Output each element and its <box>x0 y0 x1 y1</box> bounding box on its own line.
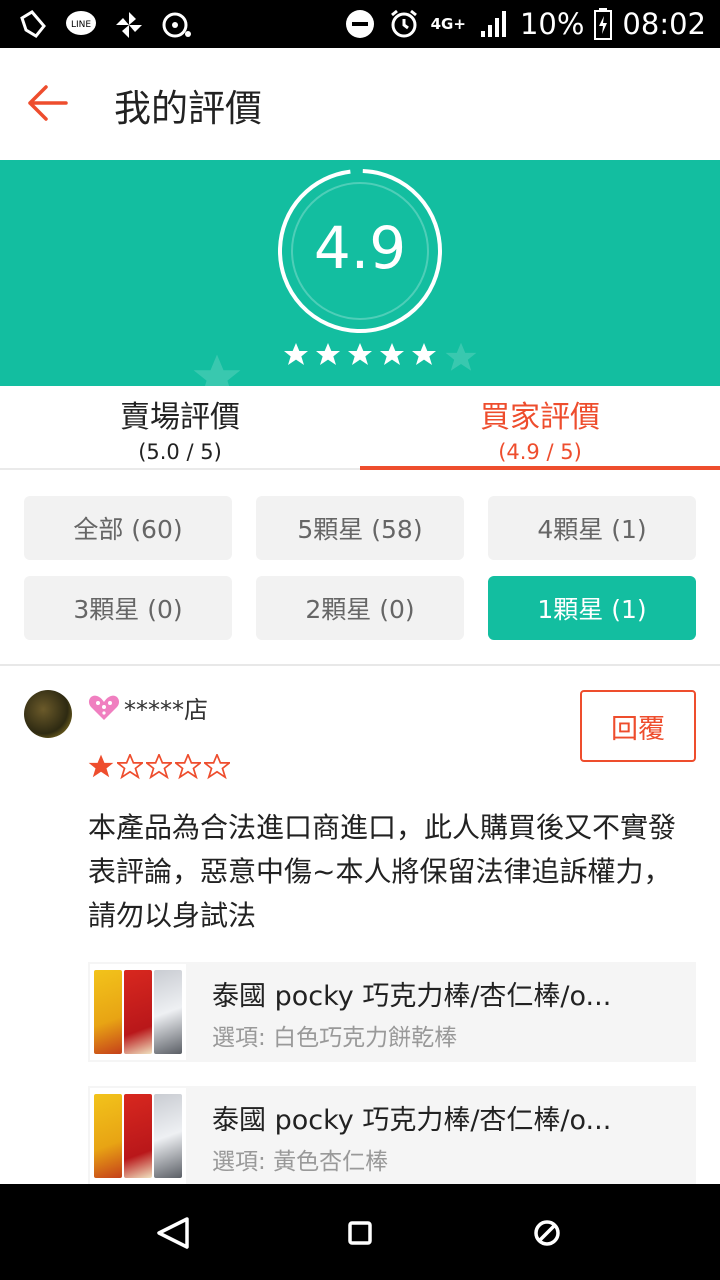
score-stars <box>284 343 436 371</box>
signal-icon <box>476 7 510 41</box>
star-filled-icon <box>88 754 114 778</box>
reply-button[interactable]: 回覆 <box>580 690 696 762</box>
alarm-icon <box>387 7 421 41</box>
option-label: 選項: <box>212 1025 266 1051</box>
review-rating-stars <box>88 754 230 780</box>
reviewer-name: *****店 <box>88 690 208 725</box>
rating-summary-banner: 4.9 <box>0 160 720 386</box>
star-icon <box>284 343 308 365</box>
tab-buyer-rating[interactable]: 買家評價 (4.9 / 5) <box>360 386 720 470</box>
product-option: 選項: 白色巧克力餅乾棒 <box>212 1018 457 1052</box>
product-name: 泰國 pocky 巧克力棒/杏仁棒/o... <box>212 981 612 1012</box>
battery-percent: 10% <box>519 7 585 41</box>
page-title: 我的評價 <box>114 87 262 130</box>
product-card[interactable]: 泰國 pocky 巧克力棒/杏仁棒/o... 選項: 白色巧克力餅乾棒 <box>88 962 696 1062</box>
app-bar: 我的評價 <box>0 48 720 160</box>
average-score: 4.9 <box>313 214 407 282</box>
svg-text:LINE: LINE <box>71 20 91 30</box>
home-square-icon <box>348 1221 372 1245</box>
star-icon <box>348 343 372 365</box>
recents-icon <box>534 1220 560 1246</box>
star-outline-icon <box>175 754 201 780</box>
notification-icon <box>16 8 50 42</box>
option-value: 白色巧克力餅乾棒 <box>273 1025 458 1051</box>
star-icon <box>412 343 436 365</box>
star-outline-icon <box>204 754 230 780</box>
pinwheel-icon <box>112 8 146 42</box>
review-comment: 本產品為合法進口商進口，此人購買後又不實發表評論，惡意中傷~本人將保留法律追訴權… <box>88 811 677 932</box>
product-name: 泰國 pocky 巧克力棒/杏仁棒/o... <box>212 1105 612 1136</box>
battery-icon <box>594 7 613 41</box>
tab-score: (4.9 / 5) <box>498 440 582 464</box>
tab-shop-rating[interactable]: 賣場評價 (5.0 / 5) <box>0 386 360 470</box>
option-value: 黃色杏仁棒 <box>273 1149 389 1175</box>
rating-tabs: 賣場評價 (5.0 / 5) 買家評價 (4.9 / 5) <box>0 386 720 470</box>
arrow-left-icon <box>28 85 68 121</box>
star-outline-icon <box>146 754 172 780</box>
star-icon <box>316 343 340 365</box>
filter-3-star[interactable]: 3顆星 (0) <box>24 576 232 640</box>
star-outline-icon <box>117 754 143 780</box>
filter-4-star[interactable]: 4顆星 (1) <box>488 496 696 560</box>
filter-all[interactable]: 全部 (60) <box>24 496 232 560</box>
do-not-disturb-icon <box>343 7 377 41</box>
product-card[interactable]: 泰國 pocky 巧克力棒/杏仁棒/o... 選項: 黃色杏仁棒 <box>88 1086 696 1186</box>
heart-icon <box>88 695 120 720</box>
nav-recents-button[interactable] <box>522 1208 572 1258</box>
filter-1-star[interactable]: 1顆星 (1) <box>488 576 696 640</box>
tab-score: (5.0 / 5) <box>138 440 222 464</box>
network-type: 4G+ <box>430 15 466 33</box>
star-icon <box>380 343 404 365</box>
clock: 08:02 <box>622 7 706 41</box>
filter-2-star[interactable]: 2顆星 (0) <box>256 576 464 640</box>
back-triangle-icon <box>157 1217 189 1249</box>
avatar[interactable] <box>24 690 72 738</box>
system-nav-bar <box>0 1184 720 1280</box>
back-button[interactable] <box>22 78 72 128</box>
nav-back-button[interactable] <box>148 1208 198 1258</box>
tab-label: 賣場評價 <box>120 400 240 435</box>
status-bar: LINE 4G+ 10% 08:02 <box>0 0 720 48</box>
product-option: 選項: 黃色杏仁棒 <box>212 1142 388 1176</box>
line-icon: LINE <box>64 8 98 42</box>
product-thumbnail <box>90 964 186 1060</box>
reviewer-username: *****店 <box>124 696 208 724</box>
product-thumbnail <box>90 1088 186 1184</box>
nav-home-button[interactable] <box>335 1208 385 1258</box>
tab-label: 買家評價 <box>480 400 600 435</box>
filter-5-star[interactable]: 5顆星 (58) <box>256 496 464 560</box>
review-item: *****店 回覆 本產品為合法進口商進口，此人購買後又不實發表評論，惡意中傷~… <box>0 666 720 1186</box>
option-label: 選項: <box>212 1149 266 1175</box>
media-icon <box>160 8 194 42</box>
